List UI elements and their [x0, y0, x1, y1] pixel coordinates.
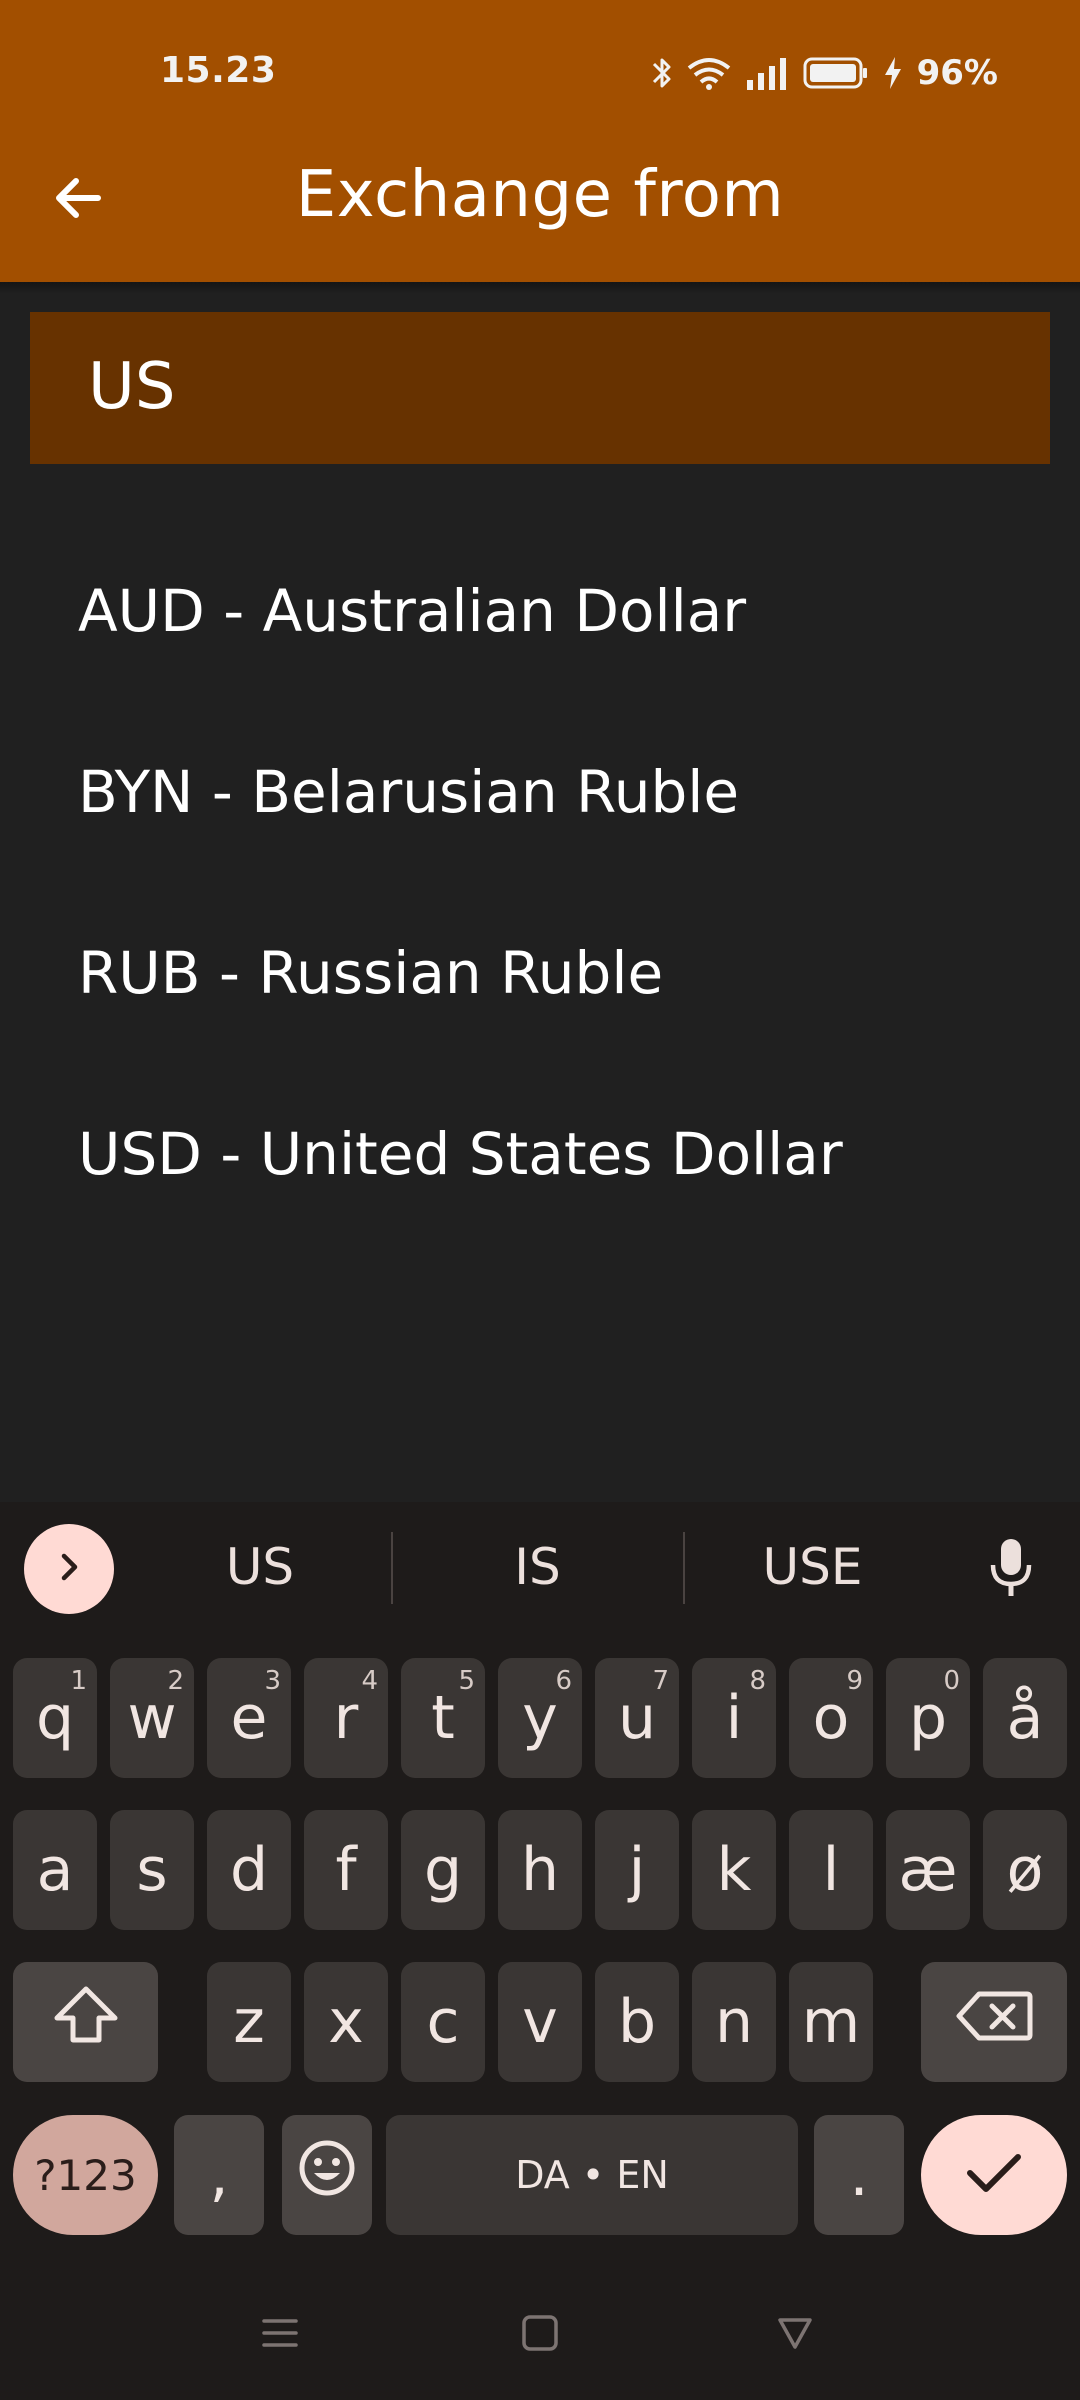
charging-icon [883, 56, 903, 90]
key-v[interactable]: v [498, 1962, 582, 2082]
key-j[interactable]: j [595, 1810, 679, 1930]
key-l[interactable]: l [789, 1810, 873, 1930]
key-c[interactable]: c [401, 1962, 485, 2082]
key-hint: 9 [846, 1666, 863, 1696]
suggestion-divider [391, 1532, 393, 1604]
key-w[interactable]: w2 [110, 1658, 194, 1778]
keyboard [0, 1502, 1080, 2400]
currency-item-rub[interactable]: RUB - Russian Ruble [0, 882, 1080, 1063]
key-hint: 2 [167, 1666, 184, 1696]
key-label: r [333, 1683, 359, 1753]
key-s[interactable]: s [110, 1810, 194, 1930]
currency-item-aud[interactable]: AUD - Australian Dollar [0, 520, 1080, 701]
key-e[interactable]: e3 [207, 1658, 291, 1778]
key-aa[interactable]: å [983, 1658, 1067, 1778]
key-hint: 5 [458, 1666, 475, 1696]
app-bar-shadow [0, 282, 1080, 294]
key-z[interactable]: z [207, 1962, 291, 2082]
currency-list: AUD - Australian Dollar BYN - Belarusian… [0, 520, 1080, 1244]
suggestion-2[interactable]: IS [420, 1538, 655, 1602]
key-x[interactable]: x [304, 1962, 388, 2082]
status-time: 15.23 [160, 50, 277, 91]
key-label: å [1006, 1683, 1044, 1753]
microphone-icon [986, 1536, 1036, 1604]
battery-icon [803, 56, 869, 90]
page-title: Exchange from [295, 158, 785, 232]
key-g[interactable]: g [401, 1810, 485, 1930]
home-icon[interactable] [517, 2310, 563, 2356]
emoji-key[interactable] [282, 2115, 372, 2235]
battery-percent: 96% [916, 53, 998, 93]
key-label: o [812, 1683, 850, 1753]
backspace-key[interactable] [921, 1962, 1067, 2082]
voice-input-button[interactable] [978, 1530, 1044, 1610]
currency-item-byn[interactable]: BYN - Belarusian Ruble [0, 701, 1080, 882]
key-f[interactable]: f [304, 1810, 388, 1930]
space-bar[interactable]: DA • EN [386, 2115, 798, 2235]
key-d[interactable]: d [207, 1810, 291, 1930]
search-input-value: US [88, 350, 176, 424]
currency-item-usd[interactable]: USD - United States Dollar [0, 1063, 1080, 1244]
key-m[interactable]: m [789, 1962, 873, 2082]
suggestion-3[interactable]: USE [700, 1538, 925, 1602]
menu-icon[interactable] [257, 2310, 303, 2356]
enter-key[interactable] [921, 2115, 1067, 2235]
signal-icon [745, 56, 789, 90]
back-triangle-icon[interactable] [772, 2310, 818, 2356]
emoji-icon [297, 2138, 357, 2213]
period-key[interactable]: . [814, 2115, 904, 2235]
bluetooth-icon [651, 55, 673, 91]
key-a[interactable]: a [13, 1810, 97, 1930]
key-hint: 1 [70, 1666, 87, 1696]
comma-key[interactable]: , [174, 2115, 264, 2235]
key-label: q [35, 1683, 75, 1753]
wifi-icon [687, 56, 731, 90]
key-hint: 6 [555, 1666, 572, 1696]
key-h[interactable]: h [498, 1810, 582, 1930]
shift-key[interactable] [13, 1962, 158, 2082]
key-p[interactable]: p0 [886, 1658, 970, 1778]
key-hint: 0 [943, 1666, 960, 1696]
key-k[interactable]: k [692, 1810, 776, 1930]
backspace-icon [955, 1987, 1033, 2057]
key-label: p [908, 1683, 948, 1753]
chevron-right-icon [51, 1549, 87, 1589]
key-label: u [617, 1683, 657, 1753]
key-b[interactable]: b [595, 1962, 679, 2082]
key-ae[interactable]: æ [886, 1810, 970, 1930]
key-hint: 3 [264, 1666, 281, 1696]
suggestion-toggle-button[interactable] [24, 1524, 114, 1614]
key-n[interactable]: n [692, 1962, 776, 2082]
key-label: e [230, 1683, 268, 1753]
app-header: 15.23 96% Exchange from [0, 0, 1080, 282]
key-oe[interactable]: ø [983, 1810, 1067, 1930]
symbols-key[interactable]: ?123 [13, 2115, 158, 2235]
checkmark-icon [965, 2140, 1023, 2210]
key-y[interactable]: y6 [498, 1658, 582, 1778]
key-u[interactable]: u7 [595, 1658, 679, 1778]
status-icons: 96% [651, 50, 998, 96]
key-hint: 8 [749, 1666, 766, 1696]
key-r[interactable]: r4 [304, 1658, 388, 1778]
key-label: t [431, 1683, 455, 1753]
key-t[interactable]: t5 [401, 1658, 485, 1778]
suggestion-1[interactable]: US [150, 1538, 370, 1602]
key-hint: 7 [652, 1666, 669, 1696]
key-hint: 4 [361, 1666, 378, 1696]
key-o[interactable]: o9 [789, 1658, 873, 1778]
shift-icon [51, 1984, 121, 2061]
key-q[interactable]: q1 [13, 1658, 97, 1778]
key-label: y [522, 1683, 558, 1753]
suggestion-divider [683, 1532, 685, 1604]
search-input[interactable]: US [30, 312, 1050, 464]
key-label: i [725, 1683, 743, 1753]
key-i[interactable]: i8 [692, 1658, 776, 1778]
